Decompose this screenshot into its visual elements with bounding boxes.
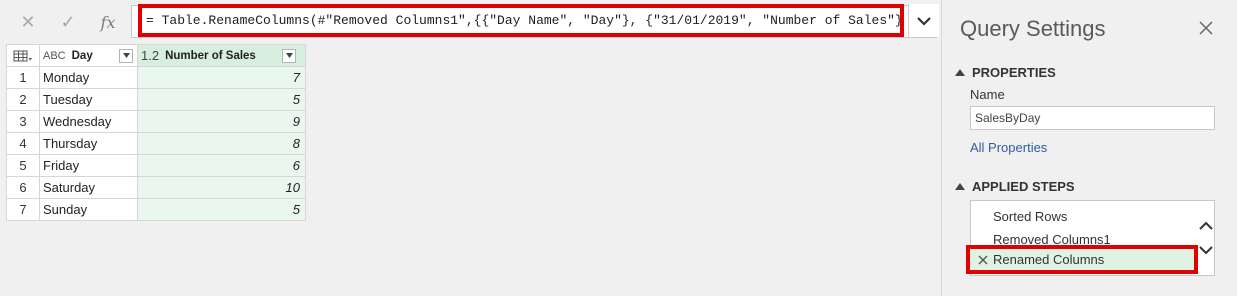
sales-cell[interactable]: 5 [137, 198, 306, 221]
day-cell[interactable]: Friday [39, 154, 138, 177]
sales-cell[interactable]: 7 [137, 66, 306, 89]
text-type-icon[interactable]: ABC [43, 50, 66, 62]
row-number: 5 [6, 154, 40, 177]
table-row[interactable]: 4 Thursday 8 [6, 132, 306, 155]
table-row[interactable]: 6 Saturday 10 [6, 176, 306, 199]
step-label: Renamed Columns [993, 252, 1105, 267]
column-name: Day [71, 49, 93, 62]
expand-formula-button[interactable] [908, 4, 939, 37]
row-number: 2 [6, 88, 40, 111]
column-header-number-of-sales[interactable]: 1.2 Number of Sales [137, 44, 306, 67]
properties-section-toggle[interactable]: PROPERTIES [955, 65, 1056, 80]
row-number: 7 [6, 198, 40, 221]
table-row[interactable]: 1 Monday 7 [6, 66, 306, 89]
sales-cell[interactable]: 8 [137, 132, 306, 155]
collapse-triangle-icon [955, 183, 965, 190]
sales-cell[interactable]: 10 [137, 176, 306, 199]
day-cell[interactable]: Thursday [39, 132, 138, 155]
table-menu-button[interactable] [6, 44, 40, 67]
table-row[interactable]: 2 Tuesday 5 [6, 88, 306, 111]
table-row[interactable]: 5 Friday 6 [6, 154, 306, 177]
sales-cell[interactable]: 5 [137, 88, 306, 111]
column-name: Number of Sales [165, 49, 256, 62]
scroll-down-icon[interactable] [1199, 245, 1213, 255]
step-sorted-rows[interactable]: Sorted Rows [993, 209, 1067, 224]
applied-steps-header: APPLIED STEPS [972, 179, 1075, 194]
row-number: 6 [6, 176, 40, 199]
dropdown-arrow-icon [122, 53, 130, 58]
day-cell[interactable]: Wednesday [39, 110, 138, 133]
cancel-icon[interactable]: ✕ [8, 12, 48, 33]
all-properties-link[interactable]: All Properties [970, 140, 1047, 155]
row-number: 1 [6, 66, 40, 89]
applied-steps-section-toggle[interactable]: APPLIED STEPS [955, 179, 1075, 194]
properties-header: PROPERTIES [972, 65, 1056, 80]
day-cell[interactable]: Tuesday [39, 88, 138, 111]
sales-cell[interactable]: 9 [137, 110, 306, 133]
confirm-icon[interactable]: ✓ [48, 12, 88, 33]
data-table: ABC Day 1.2 Number of Sales 1 Monday 7 2… [6, 44, 306, 221]
collapse-triangle-icon [955, 69, 965, 76]
chevron-down-icon [917, 16, 931, 26]
formula-input[interactable]: = Table.RenameColumns(#"Removed Columns1… [138, 4, 904, 37]
fx-icon[interactable]: fx [88, 13, 128, 32]
day-cell[interactable]: Sunday [39, 198, 138, 221]
editor-main: ✕ ✓ fx = Table.RenameColumns(#"Removed C… [0, 0, 941, 296]
table-row[interactable]: 7 Sunday 5 [6, 198, 306, 221]
day-cell[interactable]: Saturday [39, 176, 138, 199]
scroll-up-icon[interactable] [1199, 221, 1213, 231]
filter-dropdown-button[interactable] [282, 48, 296, 63]
filter-dropdown-button[interactable] [119, 48, 133, 63]
query-name-input[interactable]: SalesByDay [970, 106, 1215, 130]
sales-cell[interactable]: 6 [137, 154, 306, 177]
table-header-row: ABC Day 1.2 Number of Sales [6, 44, 306, 67]
day-cell[interactable]: Monday [39, 66, 138, 89]
dropdown-arrow-icon [285, 53, 293, 58]
close-icon[interactable] [1198, 20, 1214, 36]
name-label: Name [970, 87, 1005, 102]
formula-actions: ✕ ✓ fx [8, 9, 128, 35]
table-row[interactable]: 3 Wednesday 9 [6, 110, 306, 133]
decimal-type-icon[interactable]: 1.2 [141, 48, 159, 63]
panel-title: Query Settings [960, 16, 1106, 41]
delete-step-icon[interactable] [978, 255, 988, 265]
row-number: 3 [6, 110, 40, 133]
table-icon [13, 50, 32, 61]
row-number: 4 [6, 132, 40, 155]
step-renamed-columns-selected[interactable]: Renamed Columns [966, 245, 1198, 274]
column-header-day[interactable]: ABC Day [39, 44, 138, 67]
